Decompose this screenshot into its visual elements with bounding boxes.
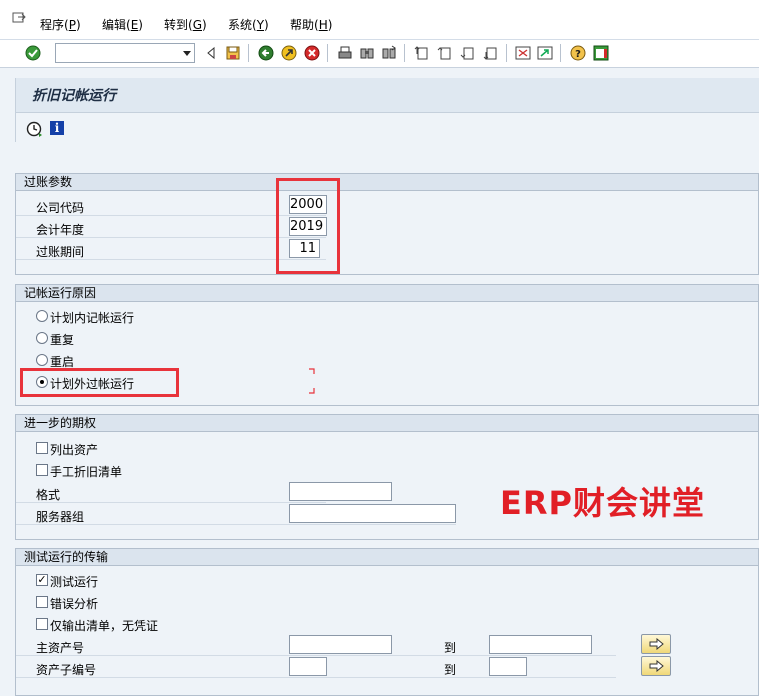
back-icon[interactable] [203, 45, 219, 61]
toolbar-separator [404, 44, 405, 62]
first-page-icon[interactable] [414, 45, 430, 61]
checkbox-error-analysis[interactable] [36, 596, 48, 608]
radio-repeat[interactable] [36, 332, 48, 344]
back-green-icon[interactable] [258, 45, 274, 61]
group-header-further: 进一步的期权 [16, 415, 758, 432]
radio-planned-run-label: 计划内记帐运行 [50, 311, 135, 325]
page-title: 折旧记帐运行 [32, 88, 116, 104]
main-asset-from-input[interactable] [289, 635, 392, 654]
cancel-red-icon[interactable] [304, 45, 320, 61]
menu-goto[interactable]: 转到(G) [164, 16, 207, 33]
customize-layout-icon[interactable] [593, 45, 609, 61]
toolbar-separator [560, 44, 561, 62]
previous-page-icon[interactable] [437, 45, 453, 61]
layout-row [16, 482, 326, 503]
list-assets-label: 列出资产 [50, 443, 99, 457]
menu-edit[interactable]: 编辑(E) [102, 16, 143, 33]
manual-depreciation-label: 手工折旧清单 [50, 465, 123, 479]
checkbox-list-only[interactable] [36, 618, 48, 630]
highlight-box-unplanned [20, 368, 179, 397]
application-toolbar: i [16, 112, 759, 142]
find-next-icon[interactable] [381, 45, 397, 61]
enter-check-icon[interactable] [25, 45, 41, 61]
group-header-test-run: 测试运行的传输 [16, 549, 758, 566]
watermark-text: ERP财会讲堂 [500, 484, 705, 522]
menu-bar: 程序(P) 编辑(E) 转到(G) 系统(Y) 帮助(H) [0, 0, 759, 40]
info-icon[interactable]: i [50, 121, 64, 135]
group-header-reason: 记帐运行原因 [16, 285, 758, 302]
multiple-selection-button[interactable] [641, 634, 671, 654]
multiple-selection-button[interactable] [641, 656, 671, 676]
title-area: 折旧记帐运行 i [15, 78, 759, 142]
company-code-label: 公司代码 [36, 201, 85, 215]
shortcut-icon[interactable] [537, 45, 553, 61]
svg-text:?: ? [575, 49, 581, 60]
focus-bracket-marker [309, 368, 315, 394]
server-group-label: 服务器组 [36, 510, 85, 524]
toolbar-separator [506, 44, 507, 62]
layout-label: 格式 [36, 488, 61, 502]
server-group-input[interactable] [289, 504, 456, 523]
command-field[interactable] [55, 43, 195, 63]
find-icon[interactable] [359, 45, 375, 61]
radio-repeat-label: 重复 [50, 333, 75, 347]
test-run-label: 测试运行 [50, 575, 99, 589]
main-asset-to-label: 到 [444, 641, 457, 655]
sub-asset-to-input[interactable] [489, 657, 527, 676]
menu-system[interactable]: 系统(Y) [228, 16, 269, 33]
save-icon[interactable] [225, 45, 241, 61]
posting-period-label: 过账期间 [36, 245, 85, 259]
menu-program[interactable]: 程序(P) [40, 16, 81, 33]
last-page-icon[interactable] [483, 45, 499, 61]
next-page-icon[interactable] [460, 45, 476, 61]
standard-toolbar: ? [0, 40, 759, 68]
radio-restart[interactable] [36, 354, 48, 366]
group-header-posting-params: 过账参数 [16, 174, 758, 191]
checkbox-manual-depreciation[interactable] [36, 464, 48, 476]
help-icon[interactable]: ? [570, 45, 586, 61]
checkbox-list-assets[interactable] [36, 442, 48, 454]
checkbox-test-run[interactable]: ✓ [36, 574, 48, 586]
sub-asset-label: 资产子编号 [36, 663, 97, 677]
main-asset-to-input[interactable] [489, 635, 592, 654]
sub-asset-to-label: 到 [444, 663, 457, 677]
highlight-box-params [276, 178, 340, 274]
toolbar-separator [327, 44, 328, 62]
menu-exit-icon[interactable] [12, 12, 26, 24]
exit-yellow-icon[interactable] [281, 45, 297, 61]
fiscal-year-label: 会计年度 [36, 223, 85, 237]
layout-input[interactable] [289, 482, 392, 501]
list-only-label: 仅输出清单，无凭证 [50, 619, 159, 633]
toolbar-separator [248, 44, 249, 62]
create-session-icon[interactable] [515, 45, 531, 61]
sub-asset-from-input[interactable] [289, 657, 327, 676]
execute-clock-icon[interactable] [26, 121, 42, 137]
print-icon[interactable] [337, 45, 353, 61]
arrow-right-icon [649, 660, 664, 672]
arrow-right-icon [649, 638, 664, 650]
radio-planned-run[interactable] [36, 310, 48, 322]
chevron-down-icon[interactable] [183, 51, 191, 56]
error-analysis-label: 错误分析 [50, 597, 99, 611]
menu-help[interactable]: 帮助(H) [290, 16, 332, 33]
main-asset-label: 主资产号 [36, 641, 85, 655]
